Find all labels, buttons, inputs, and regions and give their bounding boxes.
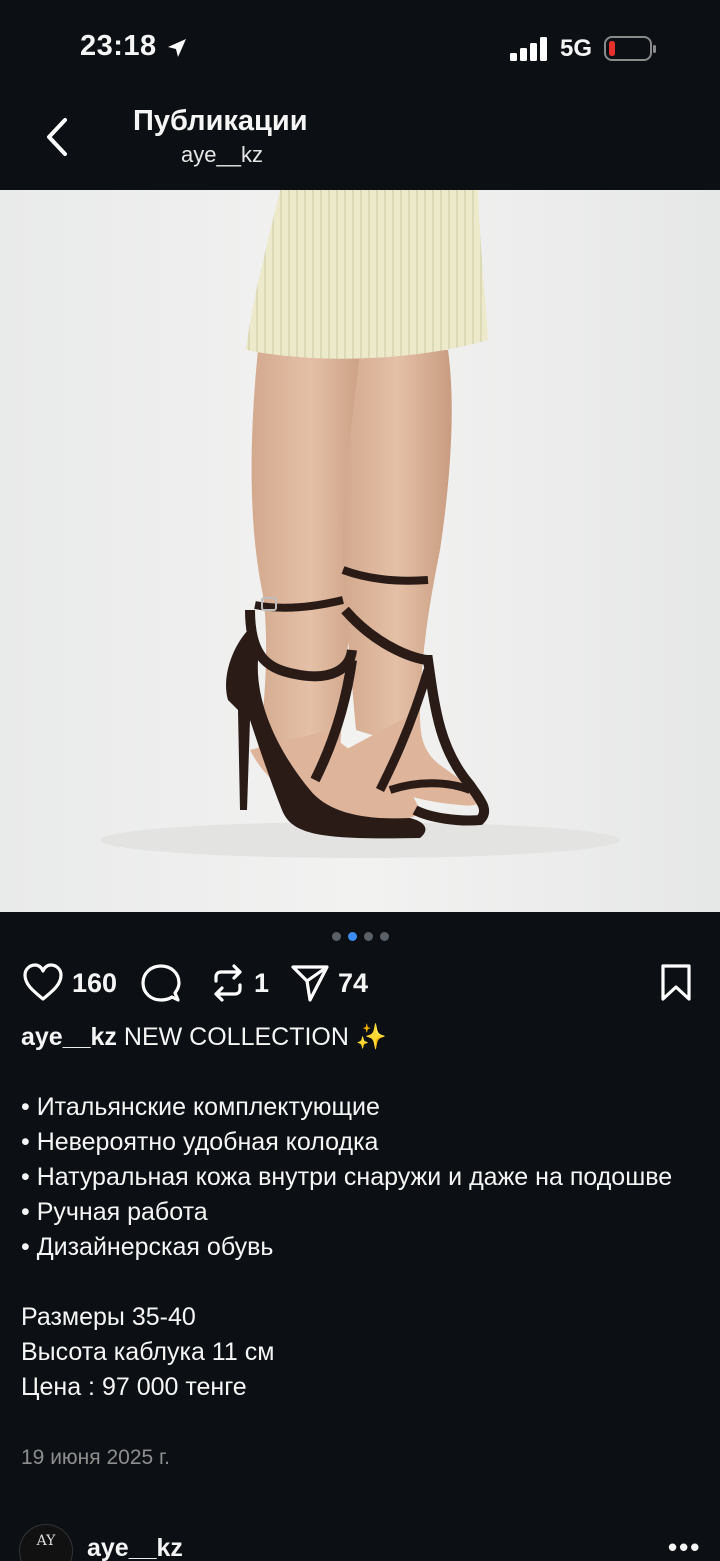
- comment-icon: [141, 964, 181, 1002]
- share-count: 74: [338, 967, 369, 998]
- signal-icon: [510, 37, 547, 61]
- like-count: 160: [72, 967, 118, 998]
- repost-icon: [214, 964, 242, 1002]
- caption-price: Цена : 97 000 тенге: [21, 1373, 247, 1401]
- battery-low-icon: [604, 36, 656, 61]
- like-button[interactable]: 160: [22, 960, 117, 1006]
- status-time: 23:18: [80, 30, 157, 62]
- page-title: Публикации: [133, 105, 308, 137]
- caption-headline: NEW COLLECTION ✨: [123, 1023, 387, 1051]
- comment-button[interactable]: [141, 960, 181, 1006]
- carousel-dot: [379, 932, 389, 941]
- post-actions: 160 1 74: [0, 960, 720, 1006]
- repost-button[interactable]: 1: [210, 960, 269, 1006]
- caption-headline-line: aye__kz NEW COLLECTION ✨: [21, 1020, 701, 1055]
- caption-bullet: • Дизайнерская обувь: [21, 1233, 274, 1261]
- caption-bullet: • Итальянские комплектующие: [21, 1093, 380, 1121]
- post-photo[interactable]: [0, 190, 720, 912]
- heart-icon: [23, 963, 63, 1001]
- carousel-dot: [331, 932, 341, 941]
- carousel-dot-active: [347, 932, 357, 941]
- bookmark-button[interactable]: [660, 960, 692, 1006]
- repost-count: 1: [254, 967, 270, 998]
- carousel-dot: [363, 932, 373, 941]
- network-type: 5G: [560, 35, 593, 62]
- caption-sizes: Размеры 35-40: [21, 1303, 196, 1331]
- header: Публикации aye__kz: [0, 95, 720, 190]
- avatar[interactable]: AY: [19, 1524, 73, 1561]
- header-username[interactable]: aye__kz: [181, 142, 263, 168]
- caption-bullet: • Натуральная кожа внутри снаружи и даже…: [21, 1163, 673, 1191]
- location-arrow-icon: [168, 39, 186, 57]
- caption-bullet: • Невероятно удобная колодка: [21, 1128, 379, 1156]
- caption-bullet: • Ручная работа: [21, 1198, 208, 1226]
- back-button[interactable]: [36, 115, 76, 159]
- send-icon: [291, 965, 329, 1002]
- post-caption: aye__kz NEW COLLECTION ✨ • Итальянские к…: [21, 1020, 701, 1405]
- bookmark-icon: [661, 964, 691, 1001]
- caption-username[interactable]: aye__kz: [21, 1023, 117, 1051]
- next-post-header: AY aye__kz •••: [0, 1522, 720, 1561]
- status-bar: 23:18 5G: [0, 0, 720, 95]
- avatar-logo: AY: [36, 1533, 56, 1549]
- next-post-username[interactable]: aye__kz: [87, 1534, 183, 1561]
- caption-heel-height: Высота каблука 11 см: [21, 1338, 275, 1366]
- share-button[interactable]: 74: [290, 960, 368, 1006]
- carousel-indicator: [0, 932, 720, 941]
- chevron-left-icon: [47, 118, 67, 156]
- product-image: [0, 190, 720, 912]
- more-options-icon[interactable]: •••: [668, 1532, 701, 1561]
- post-date: 19 июня 2025 г.: [21, 1446, 170, 1469]
